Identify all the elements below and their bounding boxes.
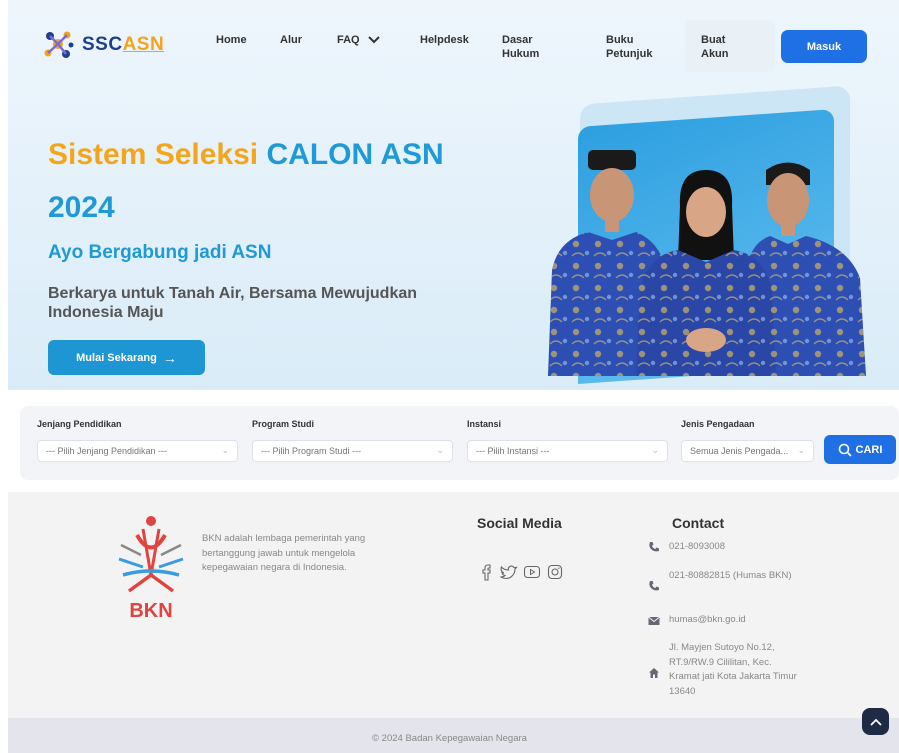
chevron-down-icon — [367, 36, 380, 44]
contact-email: humas@bkn.go.id — [669, 614, 746, 625]
person-middle — [636, 170, 776, 376]
label-jenis-pengadaan: Jenis Pengadaan — [681, 419, 755, 429]
arrow-right-icon: → — [162, 349, 177, 366]
bkn-about-text: BKN adalah lembaga pemerintah yang berta… — [202, 533, 366, 573]
hero-title-part1: Sistem Seleksi — [48, 138, 259, 171]
contact-title: Contact — [672, 515, 725, 531]
start-now-label: Mulai Sekarang — [76, 351, 157, 364]
phone-icon — [649, 581, 659, 591]
label-program-studi: Program Studi — [252, 419, 315, 429]
select-jenjang-pendidikan[interactable]: --- Pilih Jenjang Pendidikan --- ⌄ — [37, 440, 238, 462]
nav-home[interactable]: Home — [216, 33, 247, 47]
hero-title-part2: CALON ASN — [266, 138, 444, 171]
instagram-icon[interactable] — [546, 563, 564, 581]
chevron-down-icon: ⌄ — [797, 445, 805, 455]
scroll-to-top-button[interactable] — [862, 708, 889, 735]
top-navbar: SSCASN Home Alur FAQ Helpdesk Dasar Huku… — [8, 0, 899, 90]
nav-dasar-hukum[interactable]: Dasar Hukum — [502, 33, 552, 61]
hero-subtitle: Ayo Bergabung jadi ASN — [48, 242, 272, 263]
hero-people-illustration — [548, 150, 866, 376]
home-icon — [649, 668, 659, 678]
bkn-logo-text: BKN — [129, 600, 172, 622]
social-links — [477, 563, 564, 581]
chevron-down-icon: ⌄ — [221, 445, 229, 455]
search-button-label: CARI — [855, 443, 883, 456]
select-instansi[interactable]: --- Pilih Instansi --- ⌄ — [467, 440, 668, 462]
sscasn-logo-icon — [44, 31, 74, 58]
nav-helpdesk[interactable]: Helpdesk — [420, 33, 469, 47]
search-button[interactable]: CARI — [824, 435, 896, 464]
nav-buat-akun[interactable]: Buat Akun — [701, 33, 741, 61]
chevron-up-icon — [869, 718, 882, 726]
nav-faq-label: FAQ — [337, 34, 360, 46]
sscasn-logo[interactable]: SSCASN — [40, 26, 164, 64]
contact-address: Jl. Mayjen Sutoyo No.12, RT.9/RW.9 Cilil… — [669, 642, 797, 697]
chevron-down-icon: ⌄ — [436, 445, 444, 455]
contact-phone-1: 021-8093008 — [669, 541, 725, 552]
login-button[interactable]: Masuk — [781, 30, 867, 63]
contact-phone-2: 021-80882815 (Humas BKN) — [669, 570, 792, 581]
hero-title: Sistem Seleksi CALON ASN — [48, 137, 444, 173]
mail-icon — [648, 616, 660, 625]
label-jenjang-pendidikan: Jenjang Pendidikan — [37, 419, 122, 429]
select-jenjang-value: --- Pilih Jenjang Pendidikan --- — [46, 446, 168, 456]
copyright-text: © 2024 Badan Kepegawaian Negara — [372, 733, 527, 744]
nav-faq[interactable]: FAQ — [337, 33, 380, 47]
logo-text: SSCASN — [82, 34, 165, 55]
start-now-button[interactable]: Mulai Sekarang → — [48, 340, 205, 375]
chevron-down-icon: ⌄ — [651, 445, 659, 455]
search-icon — [838, 443, 852, 457]
hero-description: Berkarya untuk Tanah Air, Bersama Mewuju… — [48, 285, 418, 321]
select-pengadaan-value: Semua Jenis Pengada... — [690, 446, 789, 456]
select-jenis-pengadaan[interactable]: Semua Jenis Pengada... ⌄ — [681, 440, 814, 462]
nav-alur[interactable]: Alur — [280, 33, 302, 47]
twitter-icon[interactable] — [500, 563, 518, 581]
social-media-title: Social Media — [477, 515, 562, 531]
youtube-icon[interactable] — [523, 563, 541, 581]
facebook-icon[interactable] — [477, 563, 495, 581]
nav-buku-petunjuk[interactable]: Buku Petunjuk — [606, 33, 666, 61]
label-instansi: Instansi — [467, 419, 502, 429]
phone-icon — [649, 542, 659, 552]
select-program-studi[interactable]: --- Pilih Program Studi --- ⌄ — [252, 440, 453, 462]
bkn-logo: BKN — [118, 516, 184, 622]
select-prodi-value: --- Pilih Program Studi --- — [261, 446, 362, 456]
hero-year: 2024 — [48, 191, 115, 224]
select-instansi-value: --- Pilih Instansi --- — [476, 446, 550, 456]
